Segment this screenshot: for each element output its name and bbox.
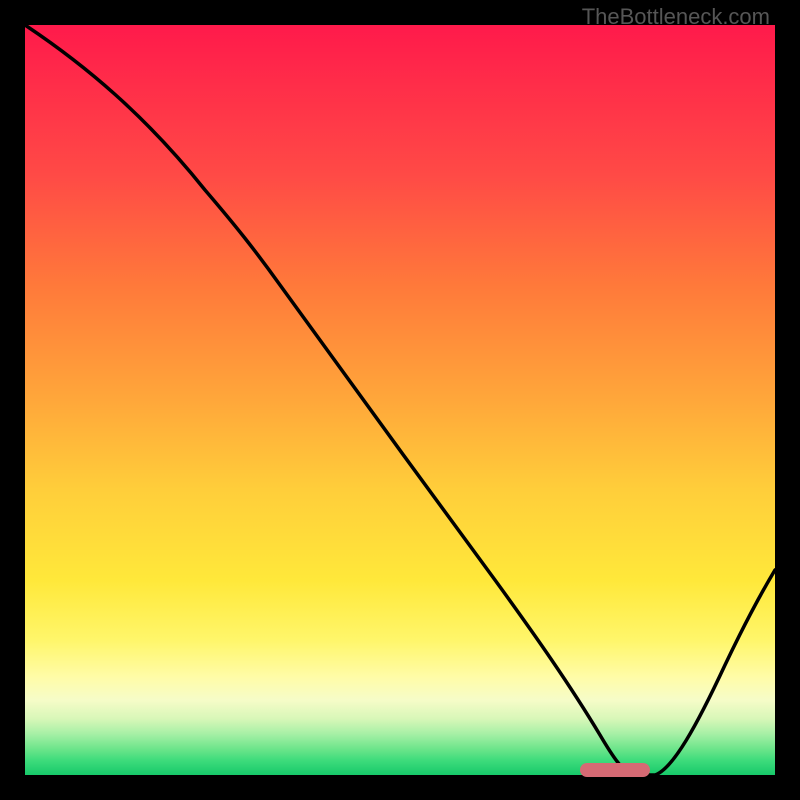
optimum-marker — [580, 763, 650, 777]
chart-frame — [25, 25, 775, 775]
bottleneck-curve — [25, 25, 775, 775]
watermark-label: TheBottleneck.com — [582, 4, 770, 30]
